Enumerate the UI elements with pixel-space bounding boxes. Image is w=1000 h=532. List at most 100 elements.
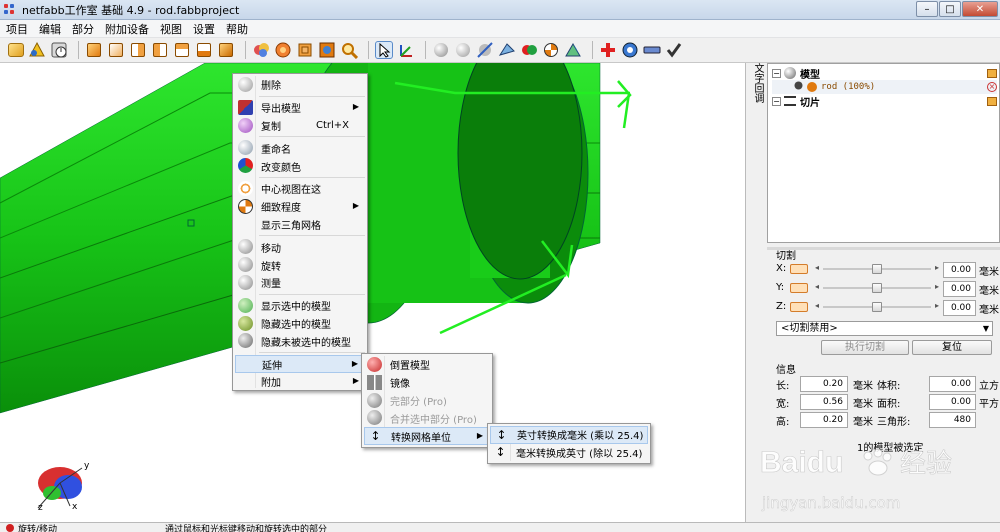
menu-extras[interactable]: 附加设备 (105, 21, 149, 37)
check-icon[interactable] (665, 41, 683, 59)
info-height-field: 0.20 (800, 412, 848, 428)
menu-show-mesh[interactable]: 显示三角网格 (235, 216, 365, 234)
arrow-left-icon[interactable]: ◂ (815, 263, 819, 272)
menu-show-selected[interactable]: 显示选中的模型 (235, 297, 365, 315)
transform-icon[interactable] (621, 41, 639, 59)
cut-mode-select[interactable]: <切割禁用> ▼ (776, 321, 993, 336)
menu-change-color[interactable]: 改变颜色 (235, 157, 365, 175)
side-tab[interactable]: 文字回调 (749, 63, 765, 103)
move-icon[interactable] (432, 41, 450, 59)
view-top-icon[interactable] (173, 41, 191, 59)
add-part-icon[interactable] (28, 41, 46, 59)
arrow-right-icon[interactable]: ▸ (935, 301, 939, 310)
collapse-icon[interactable]: − (772, 68, 781, 78)
pan-icon[interactable] (397, 41, 415, 59)
cut-x-color-swatch[interactable] (790, 264, 808, 274)
reset-button[interactable]: 复位 (912, 340, 992, 355)
menu-move[interactable]: 移动 (235, 238, 365, 256)
panel-splitter[interactable] (767, 247, 1000, 250)
cut-y-slider[interactable]: ◂ ▸ (815, 282, 939, 294)
menu-help[interactable]: 帮助 (226, 21, 248, 37)
maximize-button[interactable]: □ (939, 1, 961, 17)
cut-z-slider[interactable]: ◂ ▸ (815, 301, 939, 313)
view-iso-icon[interactable] (217, 41, 235, 59)
remove-part-icon[interactable]: × (987, 82, 997, 92)
view-right-icon[interactable] (151, 41, 169, 59)
solid-view-icon[interactable] (274, 41, 292, 59)
menu-convert-units[interactable]: ↕ 转换网格单位 ▶ (364, 427, 490, 445)
cut-x-field[interactable]: 0.00 (943, 262, 976, 278)
menu-center-view[interactable]: 中心视图在这 (235, 180, 365, 198)
menu-additional[interactable]: 附加 ▶ (235, 373, 365, 391)
execute-cut-button[interactable]: 执行切割 (821, 340, 909, 355)
menu-mirror[interactable]: 镜像 (364, 374, 490, 392)
wireframe-view-icon[interactable] (296, 41, 314, 59)
repair-icon[interactable] (599, 41, 617, 59)
color-icon[interactable] (520, 41, 538, 59)
color-view-icon[interactable] (252, 41, 270, 59)
arrow-right-icon[interactable]: ▸ (935, 263, 939, 272)
menu-view[interactable]: 视图 (160, 21, 182, 37)
rotate-icon[interactable] (454, 41, 472, 59)
detail-icon[interactable] (542, 41, 560, 59)
tree-node-slices[interactable]: − 切片 (772, 94, 997, 109)
triangle-icon[interactable] (498, 41, 516, 59)
cut-z-field[interactable]: 0.00 (943, 300, 976, 316)
arrows-icon: ↕ (496, 428, 507, 442)
menu-hide-selected[interactable]: 隐藏选中的模型 (235, 315, 365, 333)
close-button[interactable]: ✕ (962, 1, 998, 17)
measure-icon[interactable] (476, 41, 494, 59)
open-folder-icon[interactable] (987, 68, 997, 78)
cut-z-knob[interactable] (872, 302, 882, 312)
menu-invert-model[interactable]: 倒置模型 (364, 356, 490, 374)
collapse-icon[interactable]: − (772, 96, 781, 106)
tree-node-part[interactable]: rod (100%) × (772, 80, 997, 94)
menu-delete[interactable]: 删除 (235, 76, 365, 94)
menu-extend[interactable]: 延伸 ▶ (235, 355, 365, 373)
arrow-left-icon[interactable]: ◂ (815, 282, 819, 291)
cut-z-label: Z: (776, 301, 787, 312)
view-back-icon[interactable] (107, 41, 125, 59)
mesh-icon[interactable] (564, 41, 582, 59)
menu-export-model[interactable]: 导出模型 ▶ (235, 99, 365, 117)
menu-inch-to-mm[interactable]: ↕ 英寸转换成毫米 (乘以 25.4) (490, 426, 648, 444)
open-folder-icon[interactable] (987, 96, 997, 106)
menu-part[interactable]: 部分 (72, 21, 94, 37)
select-cursor-icon[interactable] (375, 41, 393, 59)
menu-detail-level[interactable]: 细致程度 ▶ (235, 198, 365, 216)
minimize-button[interactable]: – (916, 1, 938, 17)
menu-rename[interactable]: 重命名 (235, 139, 365, 157)
save-icon[interactable] (50, 41, 68, 59)
cut-x-knob[interactable] (872, 264, 882, 274)
cut-y-color-swatch[interactable] (790, 283, 808, 293)
menu-settings[interactable]: 设置 (193, 21, 215, 37)
menu-copy[interactable]: 复制 Ctrl+X (235, 117, 365, 135)
zoom-icon[interactable] (340, 41, 359, 60)
arrow-right-icon[interactable]: ▸ (935, 282, 939, 291)
view-front-icon[interactable] (85, 41, 103, 59)
ruler-icon[interactable] (643, 41, 661, 59)
menu-project[interactable]: 项目 (6, 21, 28, 37)
arrow-left-icon[interactable]: ◂ (815, 301, 819, 310)
submenu-arrow-icon: ▶ (352, 200, 359, 210)
menu-mm-to-inch[interactable]: ↕ 毫米转换成英寸 (除以 25.4) (490, 444, 648, 462)
tree-node-models[interactable]: − 模型 (772, 66, 997, 81)
eye-icon[interactable] (794, 81, 803, 93)
cut-y-field[interactable]: 0.00 (943, 281, 976, 297)
view-bottom-icon[interactable] (195, 41, 213, 59)
menu-complete-part[interactable]: 完部分 (Pro) (364, 392, 490, 410)
section-view-icon[interactable] (318, 41, 336, 59)
view-left-icon[interactable] (129, 41, 147, 59)
menu-measure[interactable]: 测量 (235, 274, 365, 292)
info-area-label: 面积: (877, 399, 901, 410)
toolbar-separator (245, 41, 246, 59)
menu-hide-unselected[interactable]: 隐藏未被选中的模型 (235, 332, 365, 350)
open-project-icon[interactable] (8, 43, 24, 57)
menu-rotate[interactable]: 旋转 (235, 256, 365, 274)
cut-y-knob[interactable] (872, 283, 882, 293)
cut-z-color-swatch[interactable] (790, 302, 808, 312)
menu-merge-parts[interactable]: 合并选中部分 (Pro) (364, 409, 490, 427)
menu-edit[interactable]: 编辑 (39, 21, 61, 37)
chevron-down-icon[interactable]: ▼ (983, 322, 989, 335)
cut-x-slider[interactable]: ◂ ▸ (815, 263, 939, 275)
